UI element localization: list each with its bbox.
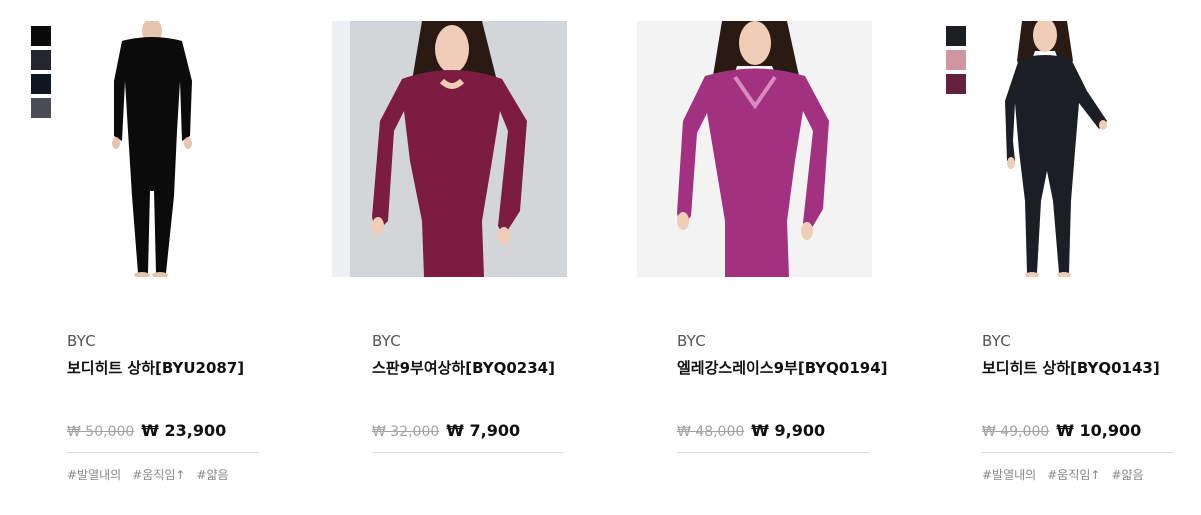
price-row: ₩ 48,000 ₩ 9,900 <box>677 421 825 440</box>
hashtag[interactable]: #발열내의 <box>982 466 1036 483</box>
original-price: ₩ 50,000 <box>67 424 135 440</box>
hashtag-list: #발열내의 #움직임↑ #얇음 <box>67 466 229 483</box>
color-swatch[interactable] <box>31 74 51 94</box>
color-swatch[interactable] <box>31 98 51 118</box>
original-price: ₩ 32,000 <box>372 424 440 440</box>
product-title[interactable]: 엘레강스레이스9부[BYQ0194] <box>677 357 888 378</box>
sale-price: ₩ 7,900 <box>446 421 521 440</box>
original-price: ₩ 49,000 <box>982 424 1050 440</box>
hashtag[interactable]: #얇음 <box>196 466 228 483</box>
product-card[interactable]: BYC 스판9부여상하[BYQ0234] ₩ 32,000 ₩ 7,900 <box>305 0 605 515</box>
hashtag[interactable]: #움직임↑ <box>132 466 185 483</box>
color-swatches <box>946 26 966 94</box>
color-swatch[interactable] <box>946 26 966 46</box>
divider <box>677 452 869 453</box>
price-row: ₩ 49,000 ₩ 10,900 <box>982 421 1141 440</box>
color-swatch[interactable] <box>31 50 51 70</box>
hashtag[interactable]: #얇음 <box>1111 466 1143 483</box>
color-swatch[interactable] <box>946 50 966 70</box>
divider <box>982 452 1174 453</box>
product-brand: BYC <box>677 332 706 350</box>
product-photo-woman-burgundy <box>332 21 567 277</box>
product-title[interactable]: 보디히트 상하[BYQ0143] <box>982 357 1160 378</box>
product-card[interactable]: BYC 보디히트 상하[BYU2087] ₩ 50,000 ₩ 23,900 #… <box>0 0 300 515</box>
product-image[interactable] <box>332 21 567 277</box>
color-swatch[interactable] <box>946 74 966 94</box>
product-card[interactable]: BYC 보디히트 상하[BYQ0143] ₩ 49,000 ₩ 10,900 #… <box>915 0 1201 515</box>
sale-price: ₩ 9,900 <box>751 421 826 440</box>
price-row: ₩ 32,000 ₩ 7,900 <box>372 421 520 440</box>
color-swatches <box>31 26 51 118</box>
product-image[interactable] <box>637 21 872 277</box>
product-image[interactable] <box>52 21 287 277</box>
product-brand: BYC <box>372 332 401 350</box>
divider <box>372 452 564 453</box>
product-photo-woman-black-thermal <box>967 21 1201 277</box>
hashtag-list: #발열내의 #움직임↑ #얇음 <box>982 466 1144 483</box>
product-card[interactable]: BYC 엘레강스레이스9부[BYQ0194] ₩ 48,000 ₩ 9,900 <box>610 0 910 515</box>
product-brand: BYC <box>67 332 96 350</box>
hashtag[interactable]: #움직임↑ <box>1047 466 1100 483</box>
product-brand: BYC <box>982 332 1011 350</box>
product-title[interactable]: 스판9부여상하[BYQ0234] <box>372 357 555 378</box>
product-photo-man-thermal <box>52 21 287 277</box>
price-row: ₩ 50,000 ₩ 23,900 <box>67 421 226 440</box>
product-image[interactable] <box>967 21 1201 277</box>
sale-price: ₩ 23,900 <box>141 421 227 440</box>
hashtag[interactable]: #발열내의 <box>67 466 121 483</box>
sale-price: ₩ 10,900 <box>1056 421 1142 440</box>
product-title[interactable]: 보디히트 상하[BYU2087] <box>67 357 244 378</box>
color-swatch[interactable] <box>31 26 51 46</box>
original-price: ₩ 48,000 <box>677 424 745 440</box>
divider <box>67 452 259 453</box>
product-photo-woman-magenta-lace <box>637 21 872 277</box>
